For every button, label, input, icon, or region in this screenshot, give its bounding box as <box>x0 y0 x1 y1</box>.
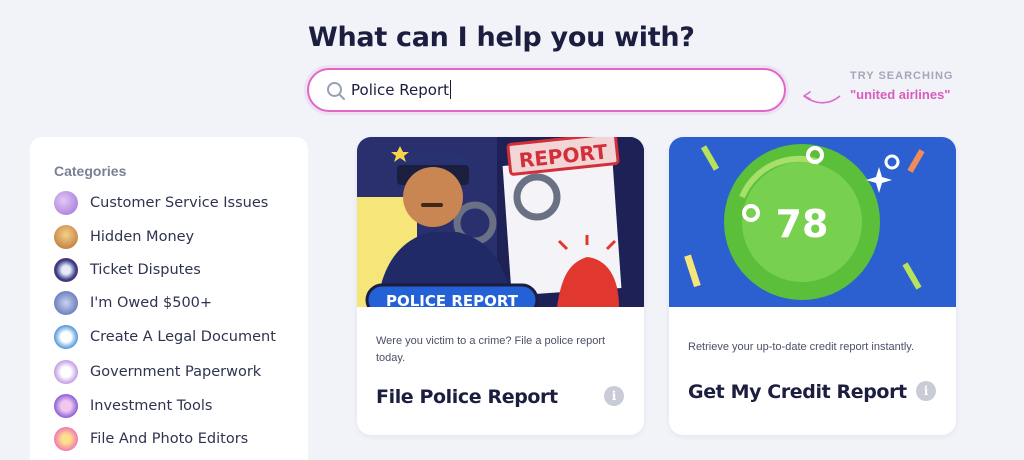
search-icon <box>327 82 345 100</box>
government-paperwork-icon <box>54 360 78 384</box>
card-title[interactable]: Get My Credit Report <box>688 381 907 403</box>
card-title[interactable]: File Police Report <box>376 386 558 408</box>
category-label: Hidden Money <box>90 229 195 245</box>
category-label: File And Photo Editors <box>90 431 249 447</box>
category-investment-tools[interactable]: Investment Tools <box>54 393 294 419</box>
hidden-money-icon <box>54 225 78 249</box>
category-label: I'm Owed $500+ <box>90 295 213 311</box>
info-icon[interactable]: i <box>916 381 936 401</box>
legal-document-icon <box>54 325 78 349</box>
police-report-illustration: REPORT POLICE REPORT <box>357 137 644 307</box>
photo-editor-icon <box>54 427 78 451</box>
category-label: Customer Service Issues <box>90 195 269 211</box>
headline: What can I help you with? <box>308 22 695 53</box>
card-description: Were you victim to a crime? File a polic… <box>376 335 606 364</box>
try-searching-label: TRY SEARCHING <box>850 70 954 82</box>
category-label: Ticket Disputes <box>90 262 201 278</box>
search-box[interactable]: Police Report <box>307 68 786 112</box>
search-input[interactable]: Police Report <box>351 80 451 99</box>
credit-score-illustration: 78 <box>669 137 956 307</box>
credit-score-value: 78 <box>776 202 829 246</box>
category-label: Create A Legal Document <box>90 329 276 345</box>
categories-panel: Categories Customer Service Issues Hidde… <box>30 137 308 460</box>
card-description: Retrieve your up-to-date credit report i… <box>688 341 915 353</box>
category-legal-document[interactable]: Create A Legal Document <box>54 324 294 350</box>
category-label: Government Paperwork <box>90 364 262 380</box>
customer-service-icon <box>54 191 78 215</box>
category-government-paperwork[interactable]: Government Paperwork <box>54 359 294 385</box>
owed-money-icon <box>54 291 78 315</box>
category-label: Investment Tools <box>90 398 213 414</box>
categories-title: Categories <box>54 163 127 179</box>
credit-report-card[interactable]: 78 Retrieve your up-to-date credit repor… <box>669 137 956 435</box>
suggested-search-link[interactable]: "united airlines" <box>850 87 950 102</box>
text-caret <box>450 80 451 99</box>
category-owed-money[interactable]: I'm Owed $500+ <box>54 290 294 316</box>
info-icon[interactable]: i <box>604 386 624 406</box>
category-photo-editors[interactable]: File And Photo Editors <box>54 426 294 452</box>
investment-tools-icon <box>54 394 78 418</box>
category-ticket-disputes[interactable]: Ticket Disputes <box>54 257 294 283</box>
police-report-banner: POLICE REPORT <box>386 292 519 307</box>
category-hidden-money[interactable]: Hidden Money <box>54 224 294 250</box>
curved-arrow-icon <box>803 91 841 104</box>
police-report-card[interactable]: REPORT POLICE REPORT Were you victim to … <box>357 137 644 435</box>
ticket-disputes-icon <box>54 258 78 282</box>
category-customer-service[interactable]: Customer Service Issues <box>54 190 294 216</box>
